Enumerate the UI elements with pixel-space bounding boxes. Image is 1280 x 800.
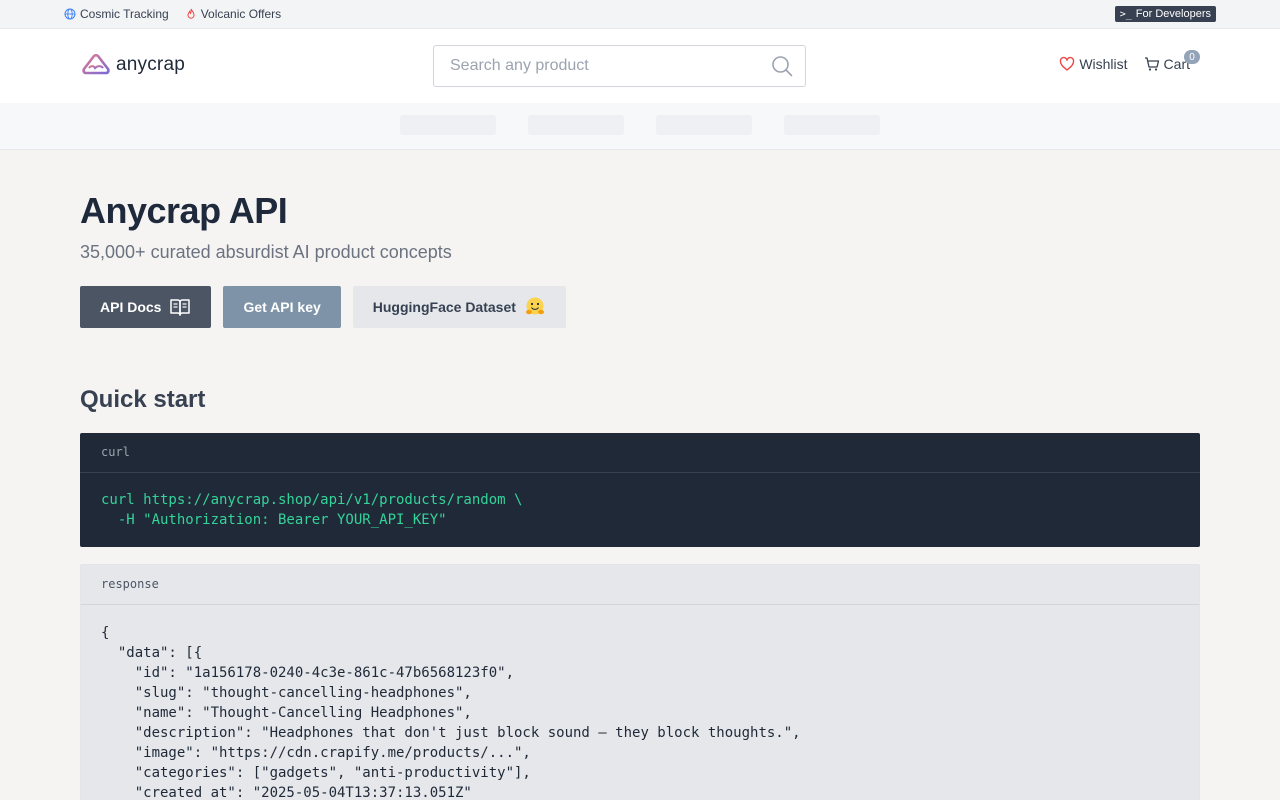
curl-code[interactable]: curl https://anycrap.shop/api/v1/product… bbox=[80, 473, 1200, 547]
search-input[interactable] bbox=[434, 46, 764, 86]
logo-cloud-icon bbox=[82, 53, 110, 75]
huggingface-dataset-button[interactable]: HuggingFace Dataset bbox=[352, 286, 566, 328]
volcanic-offers-link[interactable]: Volcanic Offers bbox=[185, 7, 281, 21]
response-code-block: response { "data": [{ "id": "1a156178-02… bbox=[80, 564, 1200, 800]
category-skeleton bbox=[400, 115, 496, 135]
huggingface-dataset-label: HuggingFace Dataset bbox=[372, 299, 516, 315]
terminal-icon: >_ bbox=[1119, 8, 1132, 20]
response-code-label: response bbox=[81, 565, 1199, 605]
hero-buttons: API Docs Get API key HuggingFace Dataset bbox=[80, 286, 566, 328]
search-box bbox=[433, 45, 806, 87]
flame-icon bbox=[187, 8, 195, 19]
heart-icon bbox=[1060, 56, 1075, 71]
get-api-key-button[interactable]: Get API key bbox=[223, 286, 341, 328]
cosmic-tracking-label: Cosmic Tracking bbox=[80, 7, 169, 21]
cart-icon bbox=[1144, 57, 1159, 71]
header-actions: Wishlist Cart 0 bbox=[1059, 50, 1200, 72]
response-code[interactable]: { "data": [{ "id": "1a156178-0240-4c3e-8… bbox=[81, 605, 1199, 800]
api-docs-label: API Docs bbox=[100, 299, 162, 315]
quick-start-heading: Quick start bbox=[80, 386, 206, 413]
category-skeleton bbox=[656, 115, 752, 135]
get-api-key-label: Get API key bbox=[243, 299, 321, 315]
curl-code-block: curl curl https://anycrap.shop/api/v1/pr… bbox=[80, 433, 1200, 547]
page-title: Anycrap API bbox=[80, 190, 288, 231]
globe-icon bbox=[64, 8, 76, 20]
category-nav bbox=[0, 103, 1280, 150]
cart-count-badge: 0 bbox=[1184, 50, 1200, 64]
wishlist-link[interactable]: Wishlist bbox=[1059, 56, 1128, 72]
top-strip: Cosmic Tracking Volcanic Offers >_ For D… bbox=[0, 0, 1280, 29]
category-skeleton bbox=[528, 115, 624, 135]
hugging-face-icon bbox=[525, 297, 544, 315]
api-docs-button[interactable]: API Docs bbox=[80, 286, 212, 328]
book-icon bbox=[170, 299, 191, 316]
cosmic-tracking-link[interactable]: Cosmic Tracking bbox=[64, 7, 169, 21]
site-header: anycrap Wishlist Cart 0 bbox=[0, 29, 1280, 103]
for-developers-button[interactable]: >_ For Developers bbox=[1114, 6, 1216, 22]
logo-text: anycrap bbox=[116, 54, 185, 75]
top-links: Cosmic Tracking Volcanic Offers bbox=[64, 0, 281, 28]
logo[interactable]: anycrap bbox=[82, 53, 185, 77]
for-developers-label: For Developers bbox=[1135, 8, 1211, 20]
curl-code-label: curl bbox=[80, 433, 1200, 473]
cart-link[interactable]: Cart 0 bbox=[1144, 50, 1200, 72]
wishlist-label: Wishlist bbox=[1079, 56, 1128, 72]
page-subtitle: 35,000+ curated absurdist AI product con… bbox=[80, 242, 452, 262]
search-icon[interactable] bbox=[771, 55, 793, 77]
category-skeleton bbox=[784, 115, 880, 135]
volcanic-offers-label: Volcanic Offers bbox=[200, 7, 282, 21]
